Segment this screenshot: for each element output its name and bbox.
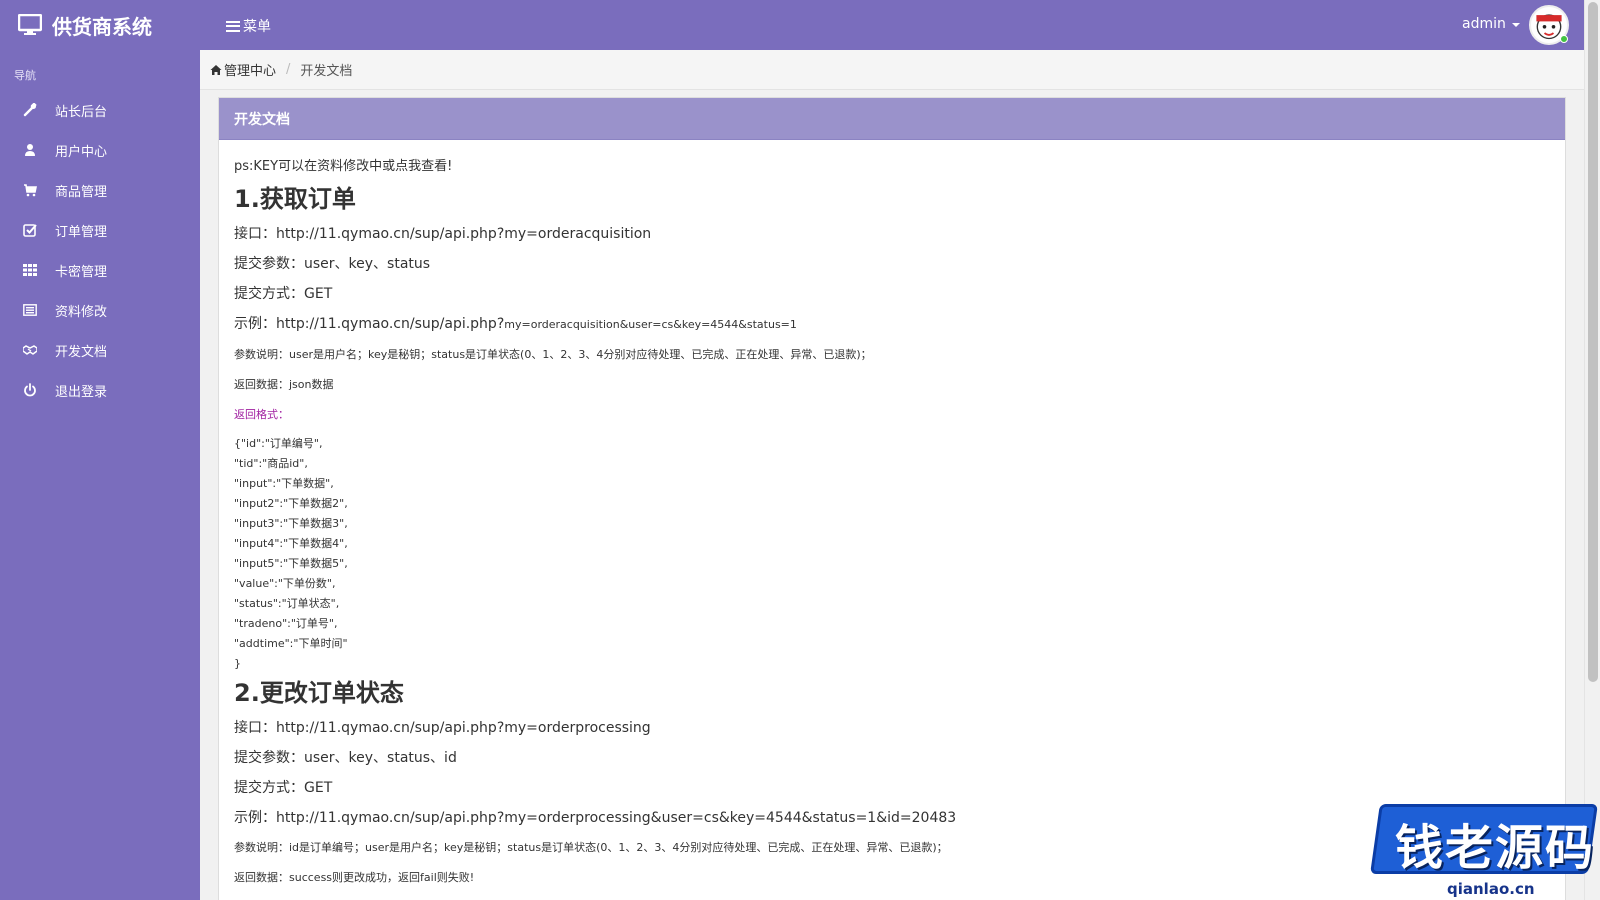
- section1-explain: 参数说明：user是用户名；key是秘钥；status是订单状态(0、1、2、3…: [234, 348, 872, 361]
- wrench-icon: [23, 103, 37, 117]
- section1-format-label: 返回格式：: [234, 408, 289, 421]
- section2-example-url: http://11.qymao.cn/sup/api.php?my=orderp…: [276, 810, 957, 826]
- sidebar-item-logout[interactable]: 退出登录: [0, 370, 200, 410]
- user-icon: [23, 143, 37, 157]
- section1-example-url-a: http://11.qymao.cn/sup/api.php?: [276, 316, 505, 332]
- sidebar-item-label: 用户中心: [55, 144, 108, 160]
- sidebar-item-admin[interactable]: 站长后台: [0, 90, 200, 130]
- nav-header: 导航: [14, 69, 36, 82]
- list-alt-icon: [23, 303, 37, 317]
- breadcrumb: 管理中心 / 开发文档: [200, 50, 1584, 90]
- code-line: "input5":"下单数据5",: [234, 557, 348, 570]
- sidebar-item-label: 开发文档: [55, 344, 108, 360]
- brand-title: 供货商系统: [52, 14, 152, 39]
- code-line: "addtime":"下单时间": [234, 637, 348, 650]
- sidebar: 导航 站长后台 用户中心 商品管理 订单管理 卡密管理 资料修改 开发文档 退出…: [0, 50, 200, 900]
- code-line: "input3":"下单数据3",: [234, 517, 348, 530]
- code-line: "tradeno":"订单号",: [234, 617, 338, 630]
- check-square-icon: [23, 223, 37, 237]
- section1-title: 1.获取订单: [234, 185, 356, 213]
- cart-icon: [23, 183, 37, 197]
- code-line: {"id":"订单编号",: [234, 437, 323, 450]
- code-line: "input2":"下单数据2",: [234, 497, 348, 510]
- section1-api-url: http://11.qymao.cn/sup/api.php?my=ordera…: [276, 226, 652, 242]
- sidebar-item-label: 订单管理: [55, 224, 108, 240]
- sidebar-item-label: 站长后台: [55, 104, 108, 120]
- code-line: }: [234, 657, 241, 670]
- section2-method: 提交方式：GET: [234, 780, 333, 796]
- section2-api-url: http://11.qymao.cn/sup/api.php?my=orderp…: [276, 720, 651, 736]
- caret-down-icon: [1511, 23, 1520, 27]
- code-line: "status":"订单状态",: [234, 597, 340, 610]
- section1-returns: 返回数据：json数据: [234, 378, 334, 391]
- breadcrumb-separator: /: [286, 62, 291, 77]
- watermark-domain: qianlao.cn: [1443, 880, 1539, 898]
- section1-format-code: {"id":"订单编号", "tid":"商品id", "input":"下单数…: [234, 434, 1550, 674]
- key-hint-link[interactable]: ps:KEY可以在资料修改中或点我查看!: [234, 155, 1550, 174]
- sidebar-item-label: 商品管理: [55, 184, 108, 200]
- home-icon: [210, 64, 222, 75]
- section1-params: 提交参数：user、key、status: [234, 256, 431, 272]
- sidebar-item-label: 资料修改: [55, 304, 108, 320]
- menu-icon: [226, 20, 240, 32]
- sidebar-item-products[interactable]: 商品管理: [0, 170, 200, 210]
- username: admin: [1462, 16, 1506, 32]
- section2-returns: 返回数据：success则更改成功，返回fail则失败!: [234, 871, 475, 884]
- sidebar-item-user-center[interactable]: 用户中心: [0, 130, 200, 170]
- sidebar-item-cards[interactable]: 卡密管理: [0, 250, 200, 290]
- online-status-indicator: [1560, 35, 1568, 43]
- breadcrumb-current: 开发文档: [300, 64, 353, 79]
- page-scrollbar[interactable]: [1584, 0, 1600, 900]
- section1-api: 接口：http://11.qymao.cn/sup/api.php?my=ord…: [234, 224, 1550, 244]
- sidebar-item-profile[interactable]: 资料修改: [0, 290, 200, 330]
- power-icon: [23, 383, 37, 397]
- sidebar-item-dev-docs[interactable]: 开发文档: [0, 330, 200, 370]
- section2-explain: 参数说明：id是订单编号；user是用户名；key是秘钥；status是订单状态…: [234, 841, 948, 854]
- sidebar-item-label: 退出登录: [55, 384, 108, 400]
- section2-example-prefix: 示例：: [234, 810, 276, 826]
- code-line: "value":"下单份数",: [234, 577, 336, 590]
- brand[interactable]: 供货商系统: [18, 11, 152, 39]
- code-line: "tid":"商品id",: [234, 457, 308, 470]
- handshake-icon: [23, 343, 37, 357]
- monitor-icon: [18, 14, 42, 35]
- section2-params: 提交参数：user、key、status、id: [234, 750, 457, 766]
- doc-panel: 开发文档 ps:KEY可以在资料修改中或点我查看! 1.获取订单 接口：http…: [218, 97, 1566, 900]
- section2-example: 示例：http://11.qymao.cn/sup/api.php?my=ord…: [234, 808, 1550, 828]
- section1-method: 提交方式：GET: [234, 286, 333, 302]
- sidebar-item-orders[interactable]: 订单管理: [0, 210, 200, 250]
- watermark-text: 钱老源码: [1395, 820, 1596, 876]
- menu-toggle-button[interactable]: 菜单: [226, 16, 271, 36]
- breadcrumb-home-link[interactable]: 管理中心: [224, 60, 276, 79]
- section1-example-url-b: my=orderacquisition&user=cs&key=4544&sta…: [504, 318, 797, 331]
- panel-body: ps:KEY可以在资料修改中或点我查看! 1.获取订单 接口：http://11…: [219, 140, 1565, 888]
- user-dropdown[interactable]: admin: [1462, 16, 1520, 32]
- scrollbar-thumb[interactable]: [1588, 2, 1598, 682]
- sidebar-item-label: 卡密管理: [55, 264, 108, 280]
- menu-label: 菜单: [243, 19, 271, 35]
- section1-api-prefix: 接口：: [234, 226, 276, 242]
- watermark-logo: 钱老源码 qianlao.cn: [1370, 794, 1600, 900]
- code-line: "input4":"下单数据4",: [234, 537, 348, 550]
- section2-api-prefix: 接口：: [234, 720, 276, 736]
- grid-icon: [23, 263, 37, 277]
- section1-example-prefix: 示例：: [234, 316, 276, 332]
- section2-title: 2.更改订单状态: [234, 679, 404, 707]
- panel-title: 开发文档: [219, 98, 1565, 140]
- top-navbar: 供货商系统 菜单 admin: [0, 0, 1584, 50]
- section1-example: 示例：http://11.qymao.cn/sup/api.php?my=ord…: [234, 314, 1550, 335]
- code-line: "input":"下单数据",: [234, 477, 334, 490]
- section2-api: 接口：http://11.qymao.cn/sup/api.php?my=ord…: [234, 718, 1550, 738]
